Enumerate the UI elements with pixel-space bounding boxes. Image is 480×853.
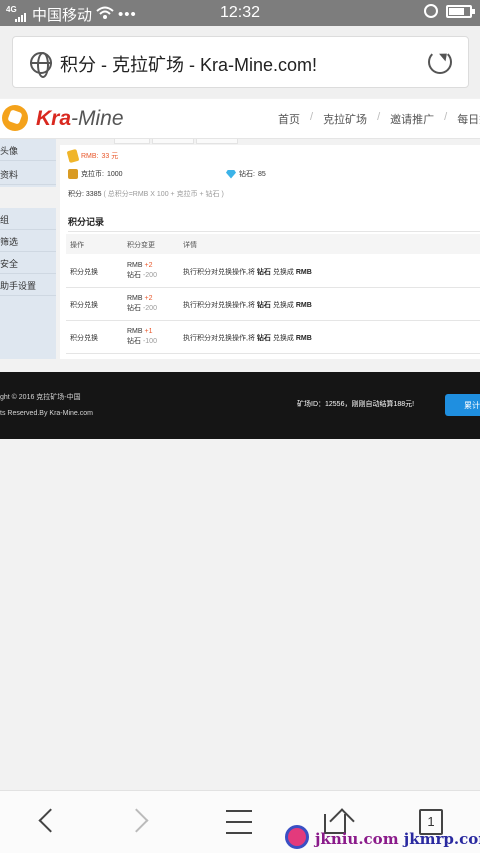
watermark-text1: jkniu.com bbox=[315, 830, 399, 848]
diamond-value: 85 bbox=[257, 170, 266, 178]
nav-separator: / bbox=[310, 111, 314, 123]
main-nav: 首页 / 克拉矿场 / 邀请推广 / 每日签 bbox=[278, 111, 480, 127]
diamond-balance: 钻石: 85 bbox=[226, 169, 266, 179]
points-label: 积分: bbox=[68, 191, 84, 198]
rmb-balance: RMB: 33 元 bbox=[66, 148, 119, 164]
rights-text: ts Reserved.By Kra-Mine.com bbox=[0, 410, 93, 417]
sidebar-item-security[interactable]: 安全 bbox=[0, 252, 56, 274]
records-table-header: 操作 积分变更 详情 bbox=[66, 234, 480, 254]
sidebar-item-assistant[interactable]: 助手设置 bbox=[0, 274, 56, 296]
site-footer: ght © 2016 克拉矿场-中国 ts Reserved.By Kra-Mi… bbox=[0, 372, 480, 439]
reload-icon[interactable] bbox=[428, 50, 452, 74]
sidebar-item-profile[interactable]: 资料 bbox=[0, 163, 56, 185]
logo-part1: Kra bbox=[36, 107, 72, 130]
watermark-text2: jkmrp.com bbox=[403, 830, 480, 848]
row-change: RMB +2 钻石 -200 bbox=[127, 262, 157, 279]
mine-status: 矿场ID：12556，刚刚自动结算188元! bbox=[297, 401, 415, 408]
nav-mine[interactable]: 克拉矿场 bbox=[323, 111, 367, 127]
sidebar-item-group[interactable]: 组 bbox=[0, 208, 56, 230]
rmb-value: 33 元 bbox=[101, 153, 119, 160]
clock: 12:32 bbox=[219, 4, 261, 21]
row-change: RMB +2 钻石 -200 bbox=[127, 295, 157, 312]
accumulate-button[interactable]: 累计 bbox=[445, 394, 480, 416]
sidebar-group-profile: 头像 资料 bbox=[0, 139, 56, 187]
chevron-right-icon bbox=[124, 808, 149, 833]
row-detail: 执行积分对兑换操作,将 钻石 兑换成 RMB bbox=[183, 302, 312, 309]
page-title[interactable]: 积分 - 克拉矿场 - Kra-Mine.com! bbox=[60, 51, 317, 77]
nav-separator: / bbox=[377, 111, 381, 123]
coin-value: 1000 bbox=[106, 170, 123, 178]
logo-part2: -Mine bbox=[71, 107, 124, 130]
alarm-icon bbox=[424, 4, 438, 18]
logo-icon[interactable] bbox=[2, 105, 28, 131]
row-detail: 执行积分对兑换操作,将 钻石 兑换成 RMB bbox=[183, 335, 312, 342]
coin-label: 克拉币: bbox=[81, 171, 104, 178]
sidebar-item-filter[interactable]: 筛选 bbox=[0, 230, 56, 252]
row-operation: 积分兑换 bbox=[70, 335, 98, 342]
diamond-label: 钻石: bbox=[239, 171, 255, 178]
divider bbox=[68, 231, 480, 232]
status-bar: 4G 中国移动 ••• 12:32 bbox=[0, 0, 480, 26]
points-total: 积分: 3385 ( 总积分=RMB X 100 + 克拉币 + 钻石 ) bbox=[68, 189, 224, 199]
coin-balance: 克拉币: 1000 bbox=[68, 169, 123, 179]
forward-button[interactable] bbox=[122, 805, 162, 839]
site-header: Kra-Mine 首页 / 克拉矿场 / 邀请推广 / 每日签 bbox=[0, 99, 480, 139]
table-row: 积分兑换 RMB +2 钻石 -200 执行积分对兑换操作,将 钻石 兑换成 RM… bbox=[66, 255, 480, 288]
copyright-text: ght © 2016 克拉矿场-中国 bbox=[0, 394, 81, 401]
chevron-left-icon bbox=[38, 808, 63, 833]
nav-invite[interactable]: 邀请推广 bbox=[390, 111, 434, 127]
row-operation: 积分兑换 bbox=[70, 302, 98, 309]
money-bag-icon bbox=[66, 148, 80, 164]
row-operation: 积分兑换 bbox=[70, 269, 98, 276]
nav-home[interactable]: 首页 bbox=[278, 111, 300, 127]
sidebar-group-settings: 组 筛选 安全 助手设置 bbox=[0, 208, 56, 359]
site-logo[interactable]: Kra-Mine bbox=[36, 107, 124, 131]
menu-button[interactable] bbox=[218, 805, 258, 839]
gold-coin-icon bbox=[68, 169, 78, 179]
header-operation: 操作 bbox=[70, 242, 84, 249]
main-content: RMB: 33 元 克拉币: 1000 钻石: 85 积分: 3385 ( 总积… bbox=[60, 145, 480, 359]
header-detail: 详情 bbox=[183, 242, 197, 249]
table-row: 积分兑换 RMB +2 钻石 -200 执行积分对兑换操作,将 钻石 兑换成 RM… bbox=[66, 288, 480, 321]
diamond-icon bbox=[226, 169, 236, 179]
globe-icon bbox=[30, 52, 52, 78]
sidebar-item-avatar[interactable]: 头像 bbox=[0, 139, 56, 161]
back-button[interactable] bbox=[26, 805, 66, 839]
points-value: 3385 bbox=[85, 191, 102, 198]
row-change: RMB +1 钻石 -100 bbox=[127, 328, 157, 345]
header-points-change: 积分变更 bbox=[127, 242, 155, 249]
watermark: jkniu.com jkmrp.com bbox=[285, 830, 480, 848]
rmb-label: RMB: bbox=[81, 152, 99, 160]
address-bar[interactable]: 积分 - 克拉矿场 - Kra-Mine.com! bbox=[12, 36, 469, 88]
status-right bbox=[424, 4, 475, 18]
nav-separator: / bbox=[444, 111, 448, 123]
row-detail: 执行积分对兑换操作,将 钻石 兑换成 RMB bbox=[183, 269, 312, 276]
battery-icon bbox=[446, 4, 475, 18]
nav-daily-signin[interactable]: 每日签 bbox=[457, 111, 480, 127]
records-title: 积分记录 bbox=[68, 217, 105, 227]
table-row: 积分兑换 RMB +1 钻石 -100 执行积分对兑换操作,将 钻石 兑换成 RM… bbox=[66, 321, 480, 354]
points-note: ( 总积分=RMB X 100 + 克拉币 + 钻石 ) bbox=[103, 191, 224, 198]
browser-address-area: 积分 - 克拉矿场 - Kra-Mine.com! bbox=[0, 26, 480, 98]
